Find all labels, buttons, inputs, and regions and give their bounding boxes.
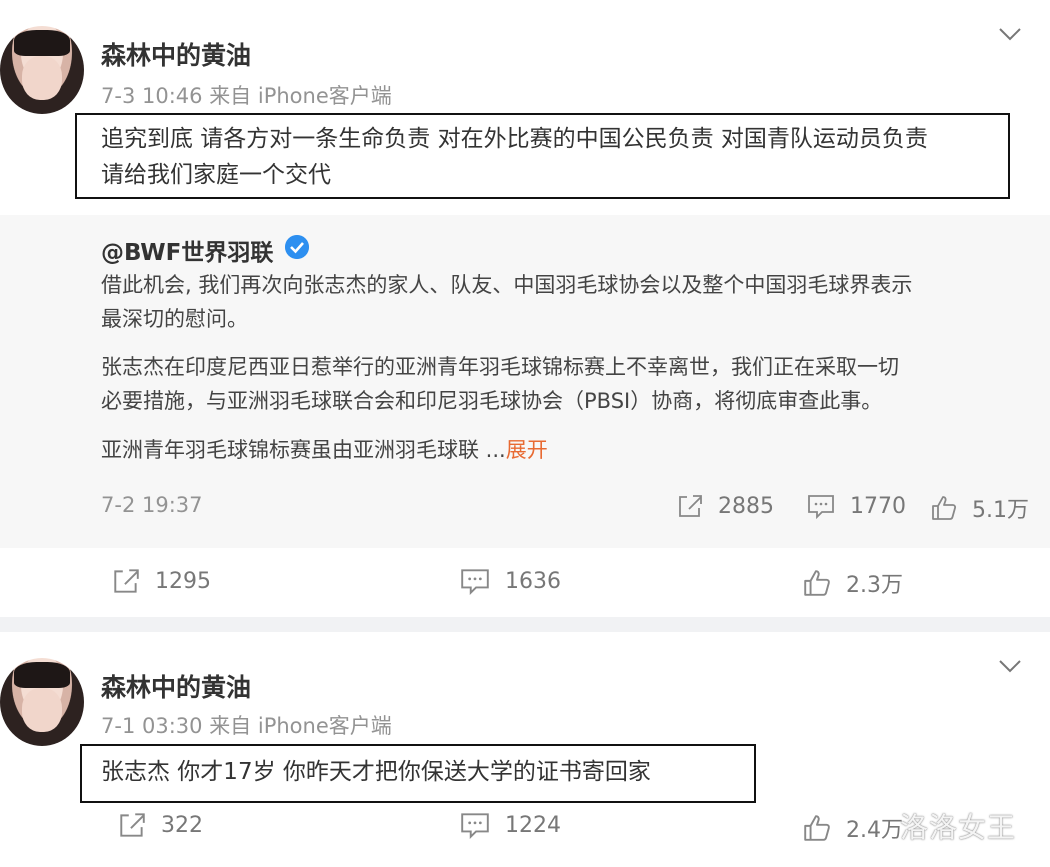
post-source: 来自 iPhone客户端 — [209, 84, 392, 108]
like-icon — [932, 496, 957, 520]
post-content-line: 请给我们家庭一个交代 — [101, 162, 331, 188]
share-icon — [120, 813, 145, 837]
repost-paragraph: 借此机会, 我们再次向张志杰的家人、队友、中国羽毛球协会以及整个中国羽毛球界表示… — [101, 268, 1031, 336]
comment-count: 1770 — [850, 493, 906, 519]
share-button[interactable]: 322 — [117, 810, 203, 840]
repost-comment-button[interactable]: 1770 — [806, 492, 906, 520]
share-count: 1295 — [155, 568, 211, 594]
weibo-post: 森林中的黄油 7-3 10:46 来自 iPhone客户端 追究到底 请各方对一… — [0, 0, 1050, 617]
verified-icon — [285, 235, 309, 259]
repost-username[interactable]: @BWF世界羽联 — [101, 233, 273, 267]
post-username[interactable]: 森林中的黄油 — [101, 668, 251, 704]
comment-count: 1636 — [505, 568, 561, 594]
repost-line: 最深切的慰问。 — [101, 307, 248, 331]
repost-paragraph: 亚洲青年羽毛球锦标赛虽由亚洲羽毛球联 ...展开 — [101, 433, 1031, 467]
like-icon — [804, 570, 830, 596]
user-avatar[interactable] — [0, 658, 84, 746]
like-count: 2.3万 — [846, 573, 903, 598]
post-source: 来自 iPhone客户端 — [209, 714, 392, 738]
repost-line: 亚洲青年羽毛球锦标赛虽由亚洲羽毛球联 ... — [101, 438, 506, 462]
share-icon — [114, 569, 139, 593]
post-content: 追究到底 请各方对一条生命负责 对在外比赛的中国公民负责 对国青队运动员负责 请… — [101, 121, 1031, 193]
comment-icon — [461, 813, 489, 840]
repost-line: 借此机会, 我们再次向张志杰的家人、队友、中国羽毛球协会以及整个中国羽毛球界表示 — [101, 273, 913, 297]
repost-paragraph: 张志杰在印度尼西亚日惹举行的亚洲青年羽毛球锦标赛上不幸离世，我们正在采取一切 必… — [101, 350, 1031, 418]
repost-line: 张志杰在印度尼西亚日惹举行的亚洲青年羽毛球锦标赛上不幸离世，我们正在采取一切 — [101, 355, 899, 379]
repost-line: 必要措施，与亚洲羽毛球联合会和印尼羽毛球协会（PBSI）协商，将彻底审查此事。 — [101, 389, 883, 413]
chevron-down-icon[interactable] — [998, 24, 1022, 44]
comment-button[interactable]: 1224 — [459, 810, 561, 840]
like-count: 5.1万 — [972, 498, 1029, 523]
post-time[interactable]: 7-1 03:30 — [101, 714, 203, 738]
comment-icon — [808, 495, 834, 520]
comment-button[interactable]: 1636 — [459, 566, 561, 596]
user-avatar[interactable] — [0, 26, 84, 114]
watermark: 洛洛女王 — [900, 811, 1017, 844]
like-count: 2.4万 — [846, 818, 903, 843]
chevron-down-icon[interactable] — [998, 656, 1022, 676]
like-button[interactable]: 2.3万 — [802, 567, 903, 599]
share-count: 2885 — [718, 493, 774, 519]
comment-count: 1224 — [505, 812, 561, 838]
post-username[interactable]: 森林中的黄油 — [101, 36, 251, 72]
repost-like-button[interactable]: 5.1万 — [930, 492, 1029, 524]
post-content-line: 追究到底 请各方对一条生命负责 对在外比赛的中国公民负责 对国青队运动员负责 — [101, 126, 928, 152]
post-content: 张志杰 你才17岁 你昨天才把你保送大学的证书寄回家 — [101, 754, 741, 790]
like-icon — [804, 815, 830, 841]
repost-share-button[interactable]: 2885 — [676, 492, 774, 520]
share-icon — [679, 495, 702, 517]
weibo-post: 森林中的黄油 7-1 03:30 来自 iPhone客户端 张志杰 你才17岁 … — [0, 632, 1050, 867]
expand-link[interactable]: 展开 — [506, 438, 548, 462]
share-button[interactable]: 1295 — [111, 566, 211, 596]
post-content-line: 张志杰 你才17岁 你昨天才把你保送大学的证书寄回家 — [101, 759, 651, 785]
post-meta: 7-3 10:46 来自 iPhone客户端 — [101, 80, 392, 110]
post-divider — [0, 617, 1050, 632]
reposted-weibo[interactable]: @BWF世界羽联 借此机会, 我们再次向张志杰的家人、队友、中国羽毛球协会以及整… — [0, 215, 1050, 548]
like-button[interactable]: 2.4万 — [802, 812, 903, 844]
post-time[interactable]: 7-3 10:46 — [101, 84, 203, 108]
repost-date[interactable]: 7-2 19:37 — [101, 493, 203, 517]
share-count: 322 — [161, 812, 203, 838]
comment-icon — [461, 569, 489, 596]
post-meta: 7-1 03:30 来自 iPhone客户端 — [101, 710, 392, 740]
